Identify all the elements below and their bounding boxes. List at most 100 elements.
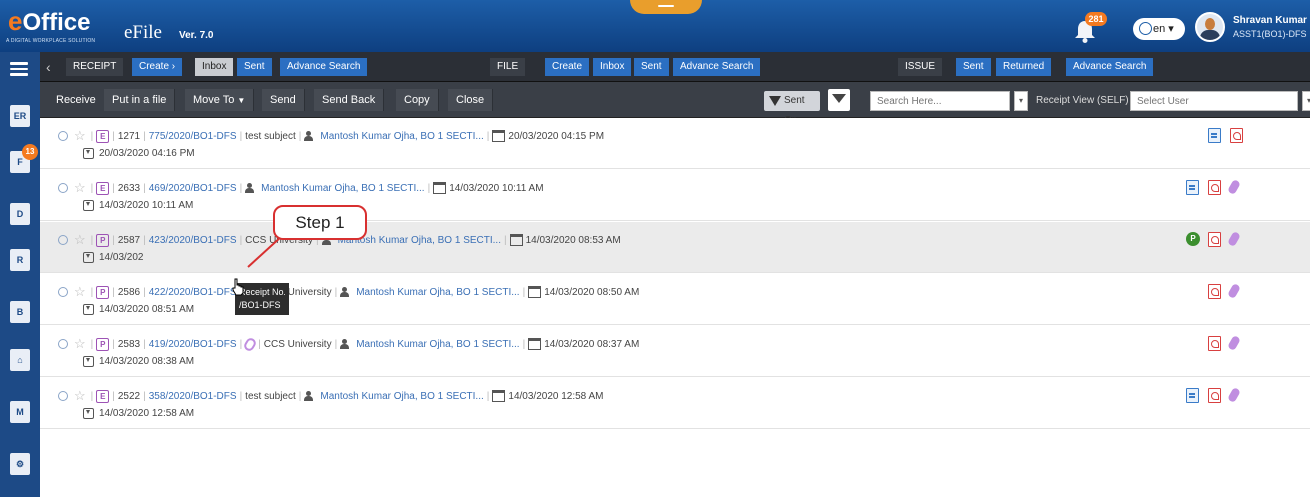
receipt-number-link[interactable]: 422/2020/BO1-DFS [149,287,237,298]
app-header: eOffice A DIGITAL WORKPLACE SOLUTION eFi… [0,0,1310,52]
receipt-type-badge: E [96,129,110,143]
sent-on-sort-button[interactable]: Sent On [764,91,820,126]
sender-icon [245,182,258,194]
nav-file-advance-search[interactable]: Advance Search [673,58,761,76]
rail-dispatch-button[interactable]: D [6,200,34,228]
copy-button[interactable]: Copy [396,89,439,111]
logo-tagline: A DIGITAL WORKPLACE SOLUTION [6,38,96,44]
pdf-icon[interactable] [1208,336,1221,351]
rail-bulk-button[interactable]: B [6,298,34,326]
pdf-icon[interactable] [1208,232,1221,247]
receipt-number-link[interactable]: 423/2020/BO1-DFS [149,235,237,246]
receipt-serial-number: 2586 [117,286,141,298]
nav-issue-returned[interactable]: Returned [996,58,1052,76]
select-user-input[interactable] [1130,91,1298,111]
eoffice-logo[interactable]: eOffice [8,6,90,37]
attachment-icon[interactable] [1227,334,1241,352]
row-select-radio[interactable] [58,183,68,193]
nav-receipt-create[interactable]: Create › [132,58,183,76]
sender-link[interactable]: Mantosh Kumar Ojha, BO 1 SECTI... [320,131,483,142]
rail-e-receipt-button[interactable]: R [6,246,34,274]
move-to-button[interactable]: Move To ▼ [185,89,255,111]
nav-issue[interactable]: ISSUE [898,58,943,76]
hourglass-icon [83,304,94,315]
rail-settings-button[interactable]: ⚙ [6,450,34,478]
pdf-icon[interactable] [1208,388,1221,403]
rail-tracking-button[interactable]: M [6,398,34,426]
attachment-icon[interactable] [1227,282,1241,300]
rail-receipt-button[interactable]: ER [6,102,34,130]
pdf-icon[interactable] [1208,180,1221,195]
receipt-number-link[interactable]: 358/2020/BO1-DFS [149,391,237,402]
attachment-icon[interactable] [1227,386,1241,404]
star-icon[interactable]: ☆ [74,232,86,248]
sent-on-date: 20/03/2020 04:15 PM [508,130,605,142]
sender-link[interactable]: Mantosh Kumar Ojha, BO 1 SECTI... [356,287,519,298]
row-select-radio[interactable] [58,287,68,297]
filter-button[interactable] [828,89,850,111]
rail-home-button[interactable]: ⌂ [6,346,34,374]
star-icon[interactable]: ☆ [74,388,86,404]
row-select-radio[interactable] [58,339,68,349]
table-row[interactable]: ☆ | E | 2522 | 358/2020/BO1-DFS | test subject | M… [40,378,1310,429]
row-select-radio[interactable] [58,235,68,245]
receipt-number-link[interactable]: 775/2020/BO1-DFS [149,131,237,142]
avatar[interactable] [1195,12,1225,42]
receipt-number-link[interactable]: 419/2020/BO1-DFS [149,339,237,350]
nav-receipt-advance-search[interactable]: Advance Search [280,58,368,76]
module-nav-bar: ‹ RECEIPT Create › Inbox Sent Advance Se… [40,52,1310,82]
sent-on-date: 14/03/2020 10:11 AM [449,182,544,194]
left-rail: ER F 13 D R B ⌂ M ⚙ [0,52,40,497]
receipt-type-badge: P [96,233,110,247]
nav-file[interactable]: FILE [490,58,526,76]
star-icon[interactable]: ☆ [74,180,86,196]
priority-icon[interactable]: P [1186,232,1200,246]
star-icon[interactable]: ☆ [74,336,86,352]
close-button[interactable]: Close [448,89,494,111]
table-row[interactable]: ☆ | E | 1271 | 775/2020/BO1-DFS | test subject | M… [40,118,1310,169]
nav-receipt[interactable]: RECEIPT [66,58,124,76]
table-row[interactable]: ☆ | P | 2583 | 419/2020/BO1-DFS | | CCS Universit… [40,326,1310,377]
search-input[interactable] [870,91,1010,111]
nav-file-sent[interactable]: Sent [634,58,669,76]
document-icon[interactable] [1208,128,1221,143]
star-icon[interactable]: ☆ [74,128,86,144]
menu-icon[interactable] [10,62,28,76]
calendar-icon [492,390,506,402]
receipt-type-badge: E [96,181,110,195]
nav-issue-sent[interactable]: Sent [956,58,991,76]
receipt-number-link[interactable]: 469/2020/BO1-DFS [149,183,237,194]
table-row[interactable]: ☆ | P | 2587 | 423/2020/BO1-DFS | CCS University… [40,222,1310,273]
nav-receipt-sent[interactable]: Sent [237,58,272,76]
language-selector[interactable]: en ▾ [1133,18,1185,40]
star-icon[interactable]: ☆ [74,284,86,300]
sender-link[interactable]: Mantosh Kumar Ojha, BO 1 SECTI... [320,391,483,402]
send-back-button[interactable]: Send Back [314,89,385,111]
user-dropdown-button[interactable]: ▾ [1302,91,1310,111]
search-dropdown-button[interactable]: ▾ [1014,91,1028,111]
collapse-header-tab[interactable] [630,0,702,14]
nav-file-inbox[interactable]: Inbox [593,58,632,76]
user-name: Shravan Kumar [1233,15,1307,26]
document-icon[interactable] [1186,180,1199,195]
send-button[interactable]: Send [262,89,305,111]
attachment-icon[interactable] [1227,178,1241,196]
sender-link[interactable]: Mantosh Kumar Ojha, BO 1 SECTI... [356,339,519,350]
table-row[interactable]: ☆ | E | 2633 | 469/2020/BO1-DFS | Mantosh Kumar … [40,170,1310,221]
receive-button[interactable]: Receive [48,89,105,111]
nav-back-icon[interactable]: ‹ [46,58,60,76]
calendar-icon [528,286,542,298]
hourglass-icon [83,200,94,211]
row-select-radio[interactable] [58,391,68,401]
attachment-icon[interactable] [1227,230,1241,248]
rail-file-button[interactable]: F 13 [6,144,38,176]
put-in-file-button[interactable]: Put in a file [104,89,176,111]
pdf-icon[interactable] [1230,128,1243,143]
row-select-radio[interactable] [58,131,68,141]
document-icon[interactable] [1186,388,1199,403]
nav-issue-advance-search[interactable]: Advance Search [1066,58,1154,76]
sender-link[interactable]: Mantosh Kumar Ojha, BO 1 SECTI... [261,183,424,194]
pdf-icon[interactable] [1208,284,1221,299]
nav-file-create[interactable]: Create [545,58,590,76]
nav-receipt-inbox[interactable]: Inbox [195,58,234,76]
